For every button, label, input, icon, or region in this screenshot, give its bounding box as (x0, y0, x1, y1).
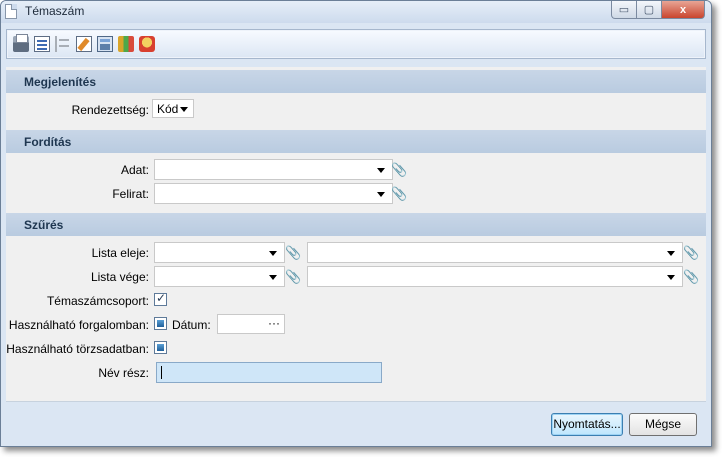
chevron-down-icon (269, 251, 277, 256)
chevron-down-icon (377, 168, 385, 173)
toolbar (6, 29, 706, 59)
name-part-label: Név rész: (98, 366, 149, 380)
section-translation-header: Fordítás (6, 130, 706, 153)
list-end-label: Lista vége: (90, 270, 149, 284)
dialog-window: Témaszám ▭ ▢ x Megjelenítés Rendezettség… (0, 0, 712, 447)
list-end-name-select[interactable] (307, 266, 683, 287)
toolbar-strip (8, 31, 704, 57)
usable-in-master-label: Használható törzsadatban: (6, 342, 149, 356)
data-select[interactable] (154, 159, 393, 180)
data-label: Adat: (120, 163, 149, 177)
usable-in-transactions-checkbox[interactable] (154, 317, 167, 330)
sort-label: Rendezettség: (71, 103, 149, 117)
group-checkbox[interactable] (154, 291, 167, 306)
date-picker[interactable]: ··· (217, 314, 285, 334)
document-icon (5, 4, 17, 19)
list-end-code-select[interactable] (154, 266, 285, 287)
calculator-icon[interactable] (97, 36, 113, 52)
paperclip-icon[interactable]: 📎 (285, 266, 301, 287)
form-panel: Megjelenítés Rendezettség: Kód Fordítás … (6, 67, 706, 401)
list-start-code-select[interactable] (154, 242, 285, 263)
chevron-down-icon (667, 251, 675, 256)
list-start-name-select[interactable] (307, 242, 683, 263)
usable-in-master-checkbox[interactable] (154, 341, 167, 354)
close-button[interactable]: x (662, 1, 705, 19)
usable-in-transactions-label: Használható forgalomban: (8, 318, 149, 332)
name-part-input[interactable] (156, 362, 382, 383)
sort-select[interactable]: Kód (152, 99, 194, 118)
paperclip-icon[interactable]: 📎 (391, 159, 407, 180)
minimize-button[interactable]: ▭ (611, 1, 637, 19)
text-caret (161, 366, 162, 379)
chevron-down-icon (667, 275, 675, 280)
books-icon[interactable] (118, 36, 134, 52)
date-picker-button[interactable]: ··· (268, 316, 280, 330)
section-display-header: Megjelenítés (6, 70, 706, 93)
chevron-down-icon (180, 107, 188, 112)
section-filter-header: Szűrés (6, 213, 706, 236)
cancel-button[interactable]: Mégse (629, 413, 697, 436)
tree-icon[interactable] (55, 36, 71, 52)
paperclip-icon[interactable]: 📎 (285, 242, 301, 263)
paperclip-icon[interactable]: 📎 (683, 242, 699, 263)
box-icon[interactable] (139, 36, 155, 52)
paperclip-icon[interactable]: 📎 (683, 266, 699, 287)
date-label: Dátum: (172, 318, 211, 332)
caption-label: Felirat: (112, 187, 149, 201)
edit-icon[interactable] (76, 36, 92, 52)
footer-divider (6, 401, 706, 402)
chevron-down-icon (269, 275, 277, 280)
chevron-down-icon (377, 192, 385, 197)
sort-value: Kód (157, 102, 179, 116)
print-button[interactable]: Nyomtatás... (551, 413, 623, 436)
caption-select[interactable] (154, 183, 393, 204)
title-bar[interactable]: Témaszám ▭ ▢ x (1, 1, 711, 23)
print-preview-icon[interactable] (34, 36, 50, 52)
print-icon[interactable] (13, 34, 29, 52)
maximize-button[interactable]: ▢ (637, 1, 662, 19)
list-start-label: Lista eleje: (91, 246, 149, 260)
window-title: Témaszám (25, 4, 85, 18)
paperclip-icon[interactable]: 📎 (391, 183, 407, 204)
group-label: Témaszámcsoport: (46, 294, 149, 308)
window-controls: ▭ ▢ x (611, 1, 705, 19)
